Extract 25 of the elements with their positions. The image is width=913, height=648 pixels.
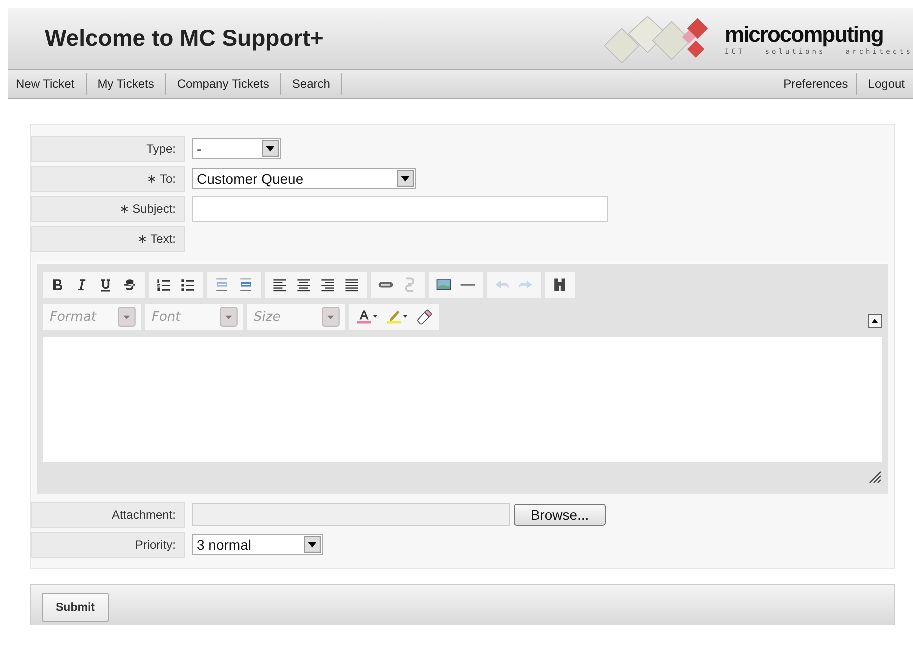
select-field[interactable]: - <box>192 138 281 159</box>
field-label: Type: <box>31 136 185 162</box>
highlight-color-icon[interactable] <box>385 308 409 326</box>
nav-link[interactable]: Search <box>281 73 342 95</box>
nav-link[interactable]: Company Tickets <box>166 73 282 95</box>
field-label: ∗ Text: <box>31 226 185 252</box>
browse-button[interactable]: Browse... <box>514 504 606 526</box>
nav-link[interactable]: Logout <box>856 73 913 95</box>
field-label: Attachment: <box>31 502 185 528</box>
submit-button[interactable]: Submit <box>42 593 109 622</box>
collapse-toolbar-icon[interactable] <box>868 314 882 328</box>
field-label: ∗ To: <box>31 166 185 192</box>
page-title: Welcome to MC Support+ <box>45 25 324 52</box>
nav-link[interactable]: New Ticket <box>8 73 87 95</box>
select-field[interactable]: Customer Queue <box>192 168 416 189</box>
field-label: Priority: <box>31 532 185 558</box>
eraser-icon[interactable] <box>415 308 433 326</box>
subject-input[interactable] <box>192 196 608 222</box>
text-color-icon[interactable] <box>355 308 379 326</box>
nav-link[interactable]: Preferences <box>772 73 856 95</box>
select-field[interactable]: 3 normal <box>192 534 323 555</box>
logo-wordmark: microcomputing <box>724 22 884 48</box>
field-label: ∗ Subject: <box>31 196 185 222</box>
nav-link[interactable]: My Tickets <box>86 73 166 95</box>
resize-grip-icon[interactable] <box>868 470 882 484</box>
